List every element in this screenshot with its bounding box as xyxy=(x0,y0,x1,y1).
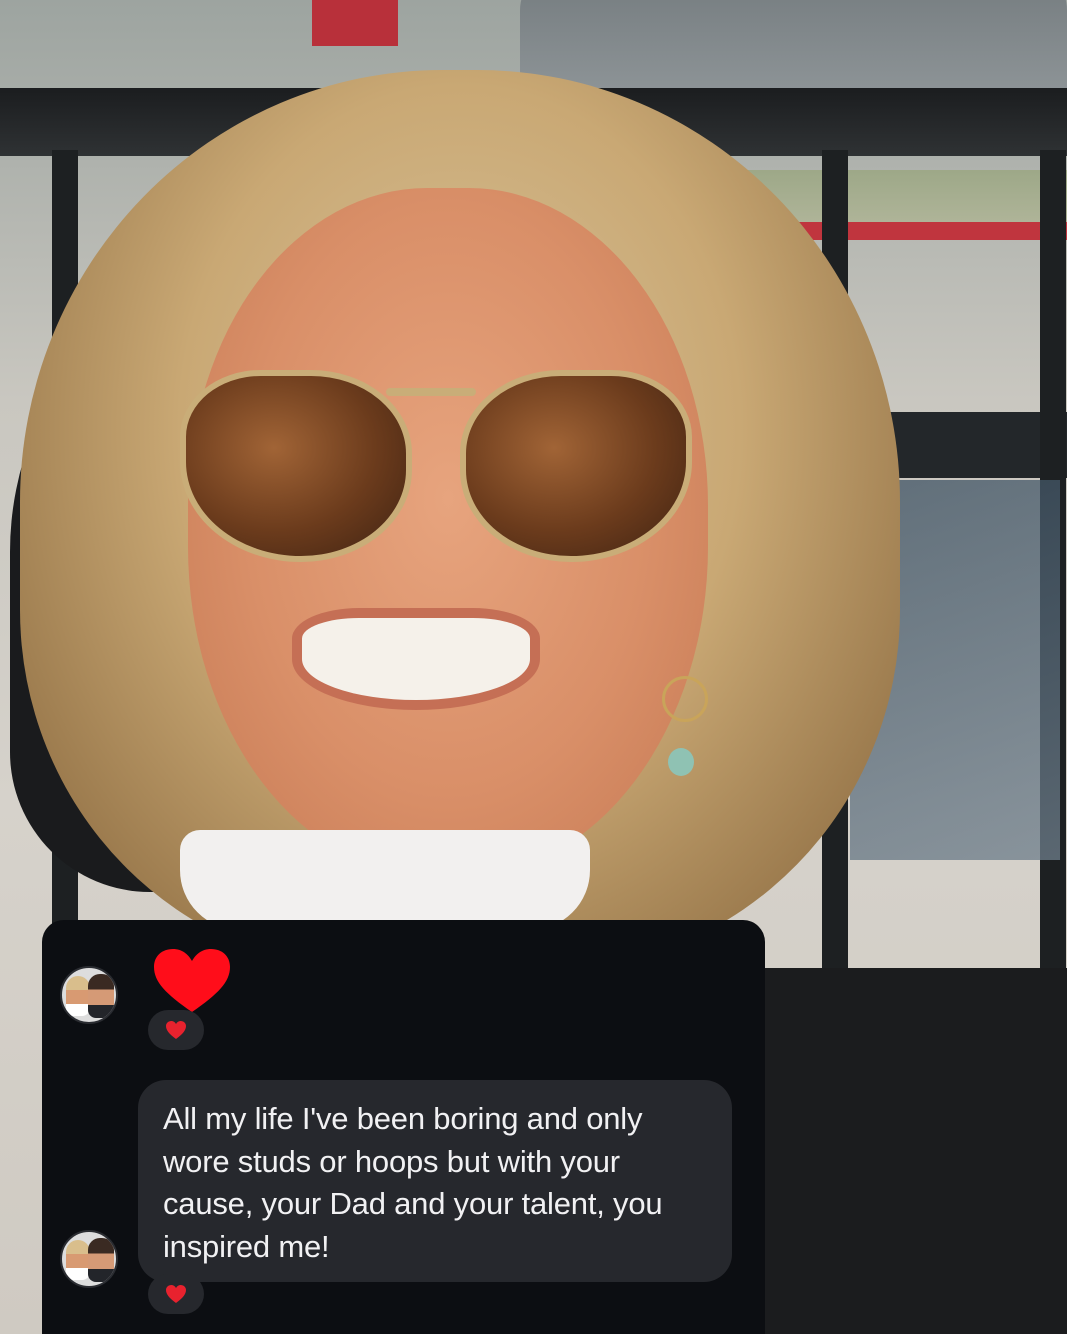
avatar-person xyxy=(88,1238,114,1282)
avatar-person xyxy=(66,1240,90,1280)
message-text: All my life I've been boring and only wo… xyxy=(163,1101,663,1264)
heart-icon[interactable] xyxy=(152,948,232,1014)
heart-reaction[interactable] xyxy=(148,1010,204,1050)
earring-stone xyxy=(668,748,694,776)
sender-avatar[interactable] xyxy=(60,1230,118,1288)
avatar-person xyxy=(66,976,90,1016)
sunglasses-bridge xyxy=(386,388,476,396)
big-heart-shape xyxy=(154,949,230,1012)
white-collar xyxy=(180,830,590,930)
hoop-earring xyxy=(662,676,708,722)
heart-reaction[interactable] xyxy=(148,1274,204,1314)
smile xyxy=(302,618,530,700)
heart-reaction-icon xyxy=(166,1021,186,1039)
sender-avatar[interactable] xyxy=(60,966,118,1024)
background-sign xyxy=(312,0,398,46)
heart-reaction-icon xyxy=(166,1285,186,1303)
message-bubble[interactable]: All my life I've been boring and only wo… xyxy=(138,1080,732,1282)
avatar-person xyxy=(88,974,114,1018)
